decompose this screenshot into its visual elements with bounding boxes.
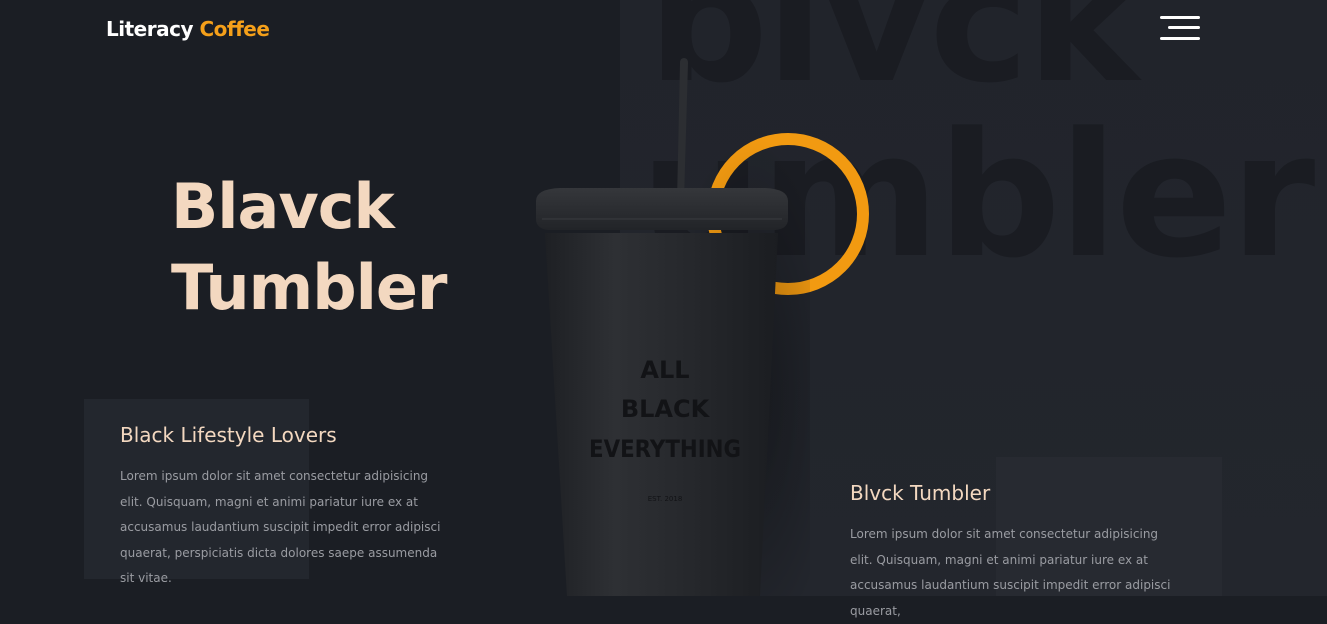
info-right-text: Lorem ipsum dolor sit amet consectetur a… [850,527,1171,618]
tumbler-straw [677,58,688,201]
hero-title: Blavck Tumbler [171,166,447,328]
hero-title-line2: Tumbler [171,251,447,324]
info-left-title: Black Lifestyle Lovers [120,423,337,447]
tumbler-lid [536,188,788,230]
hamburger-menu-icon [1160,16,1200,19]
site-logo[interactable]: Literacy Coffee [106,17,270,41]
tumbler-print-line3: EVERYTHING [589,435,741,463]
hamburger-menu-icon-bar [1168,26,1200,29]
info-right-title: Blvck Tumbler [850,481,991,505]
info-left-text: Lorem ipsum dolor sit amet consectetur a… [120,469,441,585]
tumbler-print-line1: ALL [640,356,689,384]
tumbler-print-est: EST. 2018 [648,495,683,503]
tumbler-print-line2: BLACK [621,395,711,423]
tumbler-product-image: ALL BLACK EVERYTHING EST. 2018 [536,58,810,596]
menu-button[interactable] [1157,14,1203,46]
hero-title-line1: Blavck [171,170,395,243]
hamburger-menu-icon-bar [1160,37,1200,40]
logo-accent-text: Coffee [199,17,270,41]
logo-main-text: Literacy [106,17,193,41]
